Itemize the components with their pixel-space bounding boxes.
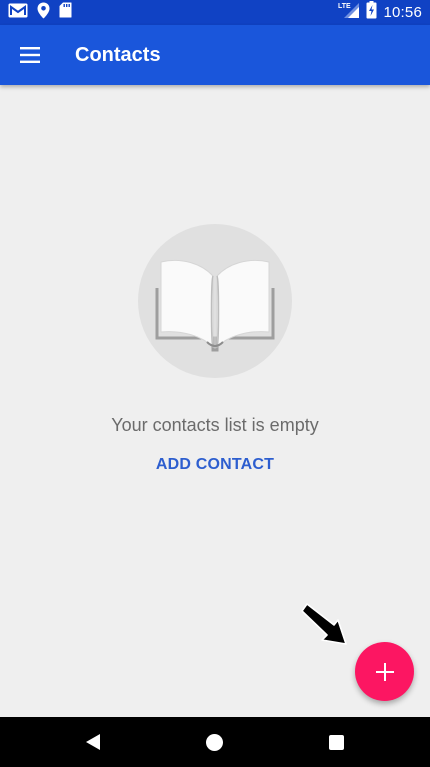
gmail-icon <box>8 3 28 23</box>
location-pin-icon <box>37 2 50 24</box>
recents-button[interactable] <box>329 735 344 750</box>
arrow-pointer-icon <box>300 598 358 655</box>
back-icon <box>86 734 100 750</box>
add-contact-button[interactable]: ADD CONTACT <box>140 452 290 478</box>
signal-icon: LTE <box>338 1 360 24</box>
sd-card-icon <box>59 2 72 23</box>
menu-button[interactable] <box>12 37 48 73</box>
status-time: 10:56 <box>383 4 422 21</box>
app-bar: Contacts <box>0 25 430 85</box>
status-bar: LTE 10:56 <box>0 0 430 25</box>
page-title: Contacts <box>75 44 161 66</box>
system-status-icons: LTE 10:56 <box>338 0 422 25</box>
network-type-label: LTE <box>338 3 351 10</box>
hamburger-menu-icon <box>20 47 40 63</box>
empty-state-illustration <box>138 224 292 378</box>
home-button[interactable] <box>206 734 223 751</box>
notification-icons <box>8 2 72 24</box>
back-button[interactable] <box>85 733 101 756</box>
navigation-bar <box>0 717 430 767</box>
battery-charging-icon <box>366 1 377 24</box>
empty-state-message: Your contacts list is empty <box>111 415 319 435</box>
open-book-icon <box>155 259 275 352</box>
plus-icon <box>375 662 394 681</box>
add-contact-fab[interactable] <box>355 642 414 701</box>
